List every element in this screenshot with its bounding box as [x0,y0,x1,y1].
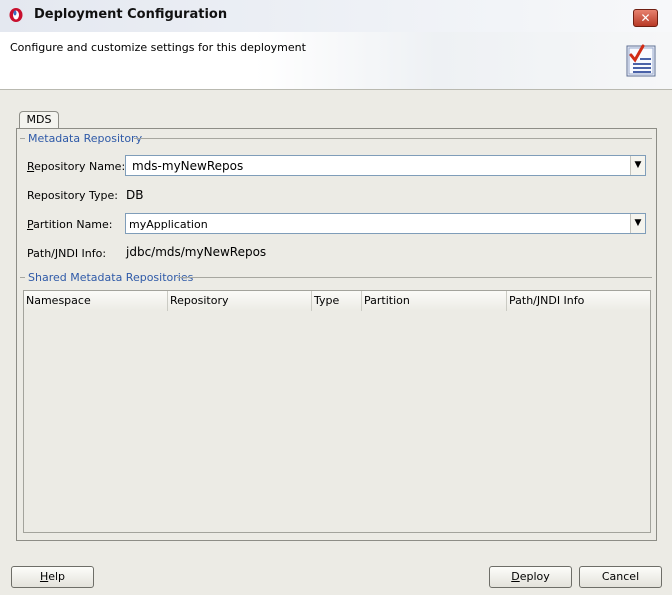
path-jndi-label: Path/JNDI Info: [27,247,107,260]
cancel-button[interactable]: Cancel [579,566,662,588]
group-divider [20,138,25,139]
tab-mds-label: MDS [26,113,52,126]
partition-name-combobox[interactable]: myApplication ▼ [125,213,646,234]
shared-repositories-table[interactable]: Namespace Repository Type Partition Path… [23,290,651,533]
column-header-namespace[interactable]: Namespace [24,291,168,311]
close-button[interactable]: ✕ [633,9,658,27]
header-description: Configure and customize settings for thi… [10,41,306,54]
chevron-down-icon[interactable]: ▼ [630,156,645,175]
column-header-type[interactable]: Type [312,291,362,311]
repository-name-dropdown[interactable]: mds-myNewRepos ▼ [125,155,646,176]
table-header: Namespace Repository Type Partition Path… [24,291,650,311]
column-header-repository[interactable]: Repository [168,291,312,311]
group-divider [177,277,652,278]
repository-type-value: DB [126,188,144,202]
title-bar: Deployment Configuration ✕ [0,0,672,32]
checklist-icon [626,44,656,77]
tab-mds[interactable]: MDS [19,111,59,129]
partition-name-value: myApplication [129,218,208,231]
repository-name-value: mds-myNewRepos [132,159,244,173]
partition-name-label: Partition Name: [27,218,113,231]
chevron-down-icon[interactable]: ▼ [630,214,645,233]
column-header-partition[interactable]: Partition [362,291,507,311]
metadata-repository-group-title: Metadata Repository [28,131,143,145]
group-divider [134,138,652,139]
window-title: Deployment Configuration [34,7,228,22]
help-button[interactable]: Help [11,566,94,588]
dialog-header: Configure and customize settings for thi… [0,32,672,90]
deploy-button[interactable]: Deploy [489,566,572,588]
path-jndi-value: jdbc/mds/myNewRepos [126,245,267,259]
repository-type-label: Repository Type: [27,189,118,202]
shared-repositories-group-title: Shared Metadata Repositories [28,270,194,284]
repository-name-label: Repository Name: [27,160,126,173]
oracle-logo-icon [9,8,23,22]
group-divider [20,277,25,278]
column-header-path-jndi[interactable]: Path/JNDI Info [507,291,650,311]
